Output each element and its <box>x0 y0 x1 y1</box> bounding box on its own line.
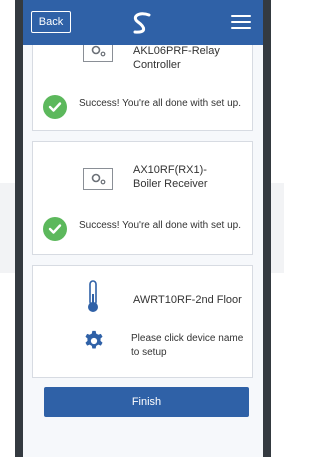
device-name-link[interactable]: AWRT10RF-2nd Floor <box>133 293 248 307</box>
check-circle-icon <box>43 217 67 241</box>
app-header: Back <box>23 0 263 45</box>
status-text: Success! You're all done with set up. <box>78 98 241 109</box>
back-button[interactable]: Back <box>31 11 71 33</box>
device-name-link[interactable]: AX10RF(RX1)-Boiler Receiver <box>133 163 223 191</box>
status-text: Please click device name to setup <box>131 333 244 358</box>
phone-frame: Back AKL06PRF-Relay Controller Success! … <box>15 0 271 457</box>
swirl-logo <box>133 12 151 34</box>
status-text: Success! You're all done with set up. <box>78 220 241 231</box>
device-card: AX10RF(RX1)-Boiler Receiver Success! You… <box>32 141 253 255</box>
receiver-device-icon <box>83 168 113 190</box>
device-name-link[interactable]: AKL06PRF-Relay Controller <box>133 45 258 72</box>
thermometer-icon <box>88 280 98 312</box>
device-card: AKL06PRF-Relay Controller Success! You'r… <box>32 45 253 131</box>
gear-icon[interactable] <box>83 330 105 352</box>
finish-button[interactable]: Finish <box>44 387 249 417</box>
check-circle-icon <box>43 95 67 119</box>
relay-device-icon <box>83 45 113 62</box>
device-card[interactable]: AWRT10RF-2nd Floor Please click device n… <box>32 265 253 378</box>
app-screen: Back AKL06PRF-Relay Controller Success! … <box>23 0 263 457</box>
device-list: AKL06PRF-Relay Controller Success! You'r… <box>23 45 263 457</box>
hamburger-menu-icon[interactable] <box>231 15 251 31</box>
